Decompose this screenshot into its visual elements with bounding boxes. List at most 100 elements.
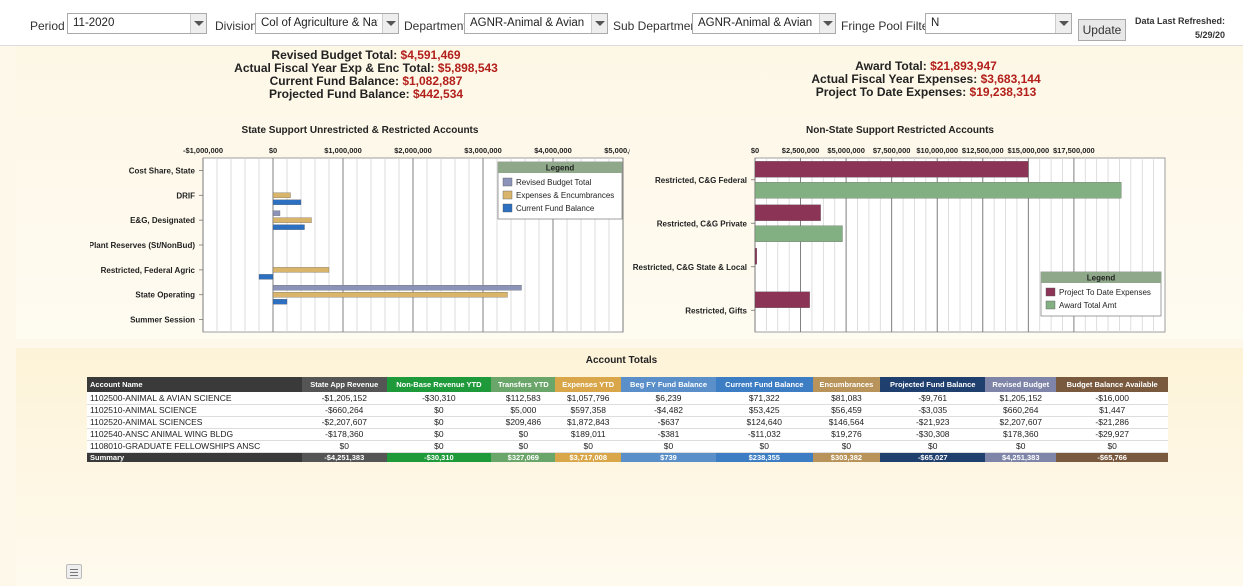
column-header[interactable]: Projected Fund Balance — [880, 377, 986, 392]
bar-revised-budget-total — [272, 285, 522, 291]
legend-entry: Expenses & Encumbrances — [516, 191, 614, 200]
table-row[interactable]: 1102510-ANIMAL SCIENCE -$660,264 $0 $5,000 $… — [87, 404, 1168, 417]
department-select[interactable]: AGNR-Animal & Avian Sc — [464, 13, 608, 34]
table-header: Account Name State App Revenue Non-Base Re… — [87, 377, 1168, 392]
column-header[interactable]: State App Revenue — [302, 377, 387, 392]
category-label: Summer Session — [130, 316, 195, 325]
table-cell: $19,276 — [812, 428, 881, 441]
account-totals-title: Account Totals — [585, 355, 658, 366]
update-button[interactable]: Update — [1078, 19, 1126, 41]
table-cell: $0 — [621, 440, 716, 453]
table-row[interactable]: 1108010-GRADUATE FELLOWSHIPS ANSC $0 $0 $0 $… — [87, 440, 1168, 453]
legend-swatch — [502, 190, 513, 200]
table-cell: -$21,286 — [1056, 416, 1168, 429]
column-header[interactable]: Non-Base Revenue YTD — [386, 377, 492, 392]
category-label: State Operating — [135, 291, 195, 300]
table-cell: $112,583 — [491, 392, 556, 405]
state-summary: Revised Budget Total: $4,591,469 Actual … — [234, 48, 498, 101]
table-cell: $146,564 — [812, 416, 881, 429]
bar-project-to-date-expenses — [754, 161, 1029, 178]
table-cell: 1102520-ANIMAL SCIENCES — [87, 416, 302, 429]
table-cell: -$660,264 — [302, 404, 387, 417]
table-cell: 1108010-GRADUATE FELLOWSHIPS ANSC — [87, 440, 302, 453]
current-fund-balance: $1,082,887 — [402, 74, 463, 88]
table-cell: -$30,308 — [880, 428, 986, 441]
x-tick-label: $17,500,000 — [1053, 146, 1095, 155]
award-total: $21,893,947 — [930, 59, 997, 73]
bar-current-fund-balance — [272, 199, 302, 205]
bar-expenses-encumbrances — [272, 217, 312, 223]
table-cell: $597,358 — [555, 404, 622, 417]
legend-title: Legend — [546, 164, 575, 173]
chevron-down-icon — [591, 14, 607, 33]
table-cell: 1102510-ANIMAL SCIENCE — [87, 404, 302, 417]
column-header[interactable]: Transfers YTD — [491, 377, 556, 392]
column-header[interactable]: Budget Balance Available — [1056, 377, 1168, 392]
bar-project-to-date-expenses — [754, 248, 757, 265]
category-label: Restricted, C&G Private — [657, 219, 748, 228]
category-label: DRIF — [176, 191, 195, 200]
bar-expenses-encumbrances — [272, 192, 291, 198]
table-cell: $2,207,607 — [985, 416, 1057, 429]
division-select[interactable]: Col of Agriculture & Natur — [255, 13, 399, 34]
legend-swatch — [502, 177, 513, 187]
summary-row: Summary -$4,251,383 -$30,310 $327,069 $3,717… — [87, 452, 1168, 462]
bar-award-total-amt — [754, 225, 843, 242]
sub-department-label: Sub Department — [613, 19, 701, 33]
bar-current-fund-balance — [272, 299, 288, 305]
summary-cell: $4,251,383 — [985, 452, 1057, 462]
table-cell: $0 — [386, 416, 492, 429]
table-cell: $0 — [716, 440, 813, 453]
table-row[interactable]: 1102500-ANIMAL & AVIAN SCIENCE -$1,205,15… — [87, 392, 1168, 405]
legend-entry: Project To Date Expenses — [1059, 288, 1151, 297]
summary-cell: -$65,027 — [880, 452, 986, 462]
summary-cell: $238,355 — [716, 452, 813, 462]
category-label: Restricted, Federal Agric — [101, 266, 196, 275]
bar-expenses-encumbrances — [272, 267, 330, 273]
table-cell: $53,425 — [716, 404, 813, 417]
category-label: E&G, Designated — [130, 216, 195, 225]
column-header[interactable]: Account Name — [87, 377, 302, 392]
menu-icon[interactable] — [66, 564, 82, 579]
chevron-down-icon — [1055, 14, 1071, 33]
fringe-pool-label: Fringe Pool Filter — [841, 19, 933, 33]
x-tick-label: -$1,000,000 — [183, 146, 223, 155]
table-cell: $1,447 — [1056, 404, 1168, 417]
column-header[interactable]: Revised Budget — [985, 377, 1057, 392]
sub-department-select[interactable]: AGNR-Animal & Avian Sc — [692, 13, 836, 34]
column-header[interactable]: Expenses YTD — [555, 377, 622, 392]
summary-cell: $303,382 — [812, 452, 881, 462]
table-cell: -$30,310 — [386, 392, 492, 405]
account-totals-table: Account Name State App Revenue Non-Base Re… — [87, 377, 1168, 462]
chevron-down-icon — [190, 14, 206, 33]
table-row[interactable]: 1102540-ANSC ANIMAL WING BLDG -$178,360 $0… — [87, 428, 1168, 441]
state-chart-title: State Support Unrestricted & Restricted … — [241, 125, 479, 136]
state-support-chart: -$1,000,000 $0 $1,000,000 $2,000,000 $3,000,… — [90, 146, 630, 333]
period-select[interactable]: 11-2020 — [67, 13, 207, 34]
table-cell: -$11,032 — [716, 428, 813, 441]
summary-cell: -$4,251,383 — [302, 452, 387, 462]
bar-current-fund-balance — [272, 224, 305, 230]
x-tick-label: $2,500,000 — [782, 146, 820, 155]
projected-fund-balance: $442,534 — [412, 87, 464, 101]
table-cell: $1,872,843 — [555, 416, 622, 429]
actual-fy-expenses: $3,683,144 — [980, 72, 1041, 86]
table-cell: $1,057,796 — [555, 392, 622, 405]
column-header[interactable]: Encumbrances — [812, 377, 881, 392]
chevron-down-icon — [819, 14, 835, 33]
summary-cell: $3,717,008 — [555, 452, 622, 462]
summary-cell: $327,069 — [491, 452, 556, 462]
bar-current-fund-balance — [258, 274, 274, 280]
table-cell: 1102540-ANSC ANIMAL WING BLDG — [87, 428, 302, 441]
table-cell: $56,459 — [812, 404, 881, 417]
column-header[interactable]: Beg FY Fund Balance — [621, 377, 716, 392]
table-cell: -$21,923 — [880, 416, 986, 429]
table-cell: $0 — [491, 440, 556, 453]
category-label: Restricted, Gifts — [685, 306, 747, 315]
column-header[interactable]: Current Fund Balance — [716, 377, 813, 392]
summary-cell: -$30,310 — [386, 452, 492, 462]
legend-entry: Award Total Amt — [1059, 301, 1117, 310]
table-row[interactable]: 1102520-ANIMAL SCIENCES -$2,207,607 $0 $209… — [87, 416, 1168, 429]
bar-project-to-date-expenses — [754, 291, 810, 308]
fringe-pool-select[interactable]: N — [925, 13, 1072, 34]
